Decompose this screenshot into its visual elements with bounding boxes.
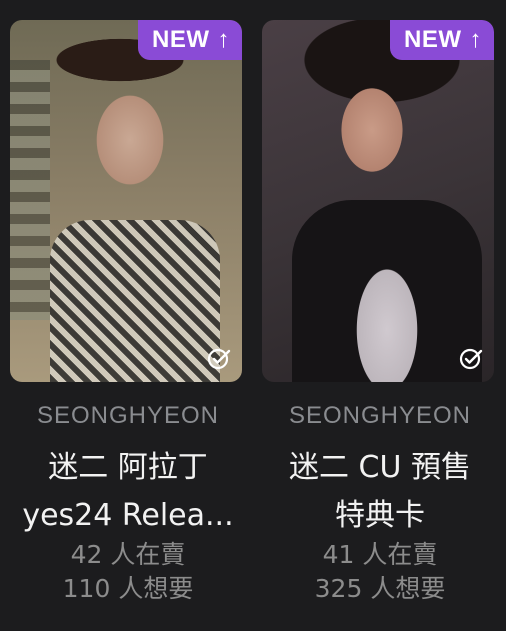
card-stats: 41 人在賣 325 人想要 <box>258 538 502 606</box>
photocard-image[interactable]: NEW ↑ <box>262 20 494 382</box>
photocard-item[interactable]: NEW ↑ SEONGHYEON 迷二 CU 預售 特典卡 41 人在賣 325 … <box>258 16 502 616</box>
card-stats: 42 人在賣 110 人想要 <box>6 538 250 606</box>
card-title[interactable]: 迷二 CU 預售 特典卡 <box>262 444 498 540</box>
card-title-line: 迷二 CU 預售 <box>289 450 471 485</box>
selling-count: 41 人在賣 <box>322 540 438 569</box>
card-title-line: 迷二 阿拉丁 <box>48 450 208 485</box>
check-circle-icon[interactable] <box>458 346 484 372</box>
card-title-line: yes24 Relea... <box>22 498 234 533</box>
wanting-count: 110 人想要 <box>62 574 194 603</box>
new-badge: NEW ↑ <box>138 20 242 60</box>
photocard-item[interactable]: NEW ↑ SEONGHYEON 迷二 阿拉丁 yes24 Relea... 42… <box>6 16 250 616</box>
wanting-count: 325 人想要 <box>314 574 446 603</box>
new-badge-label: NEW <box>152 26 210 53</box>
new-badge-label: NEW <box>404 26 462 53</box>
new-badge: NEW ↑ <box>390 20 494 60</box>
check-circle-icon[interactable] <box>206 346 232 372</box>
photocard-image[interactable]: NEW ↑ <box>10 20 242 382</box>
card-title[interactable]: 迷二 阿拉丁 yes24 Relea... <box>10 444 246 540</box>
selling-count: 42 人在賣 <box>70 540 186 569</box>
card-title-line: 特典卡 <box>335 498 425 533</box>
group-name: SEONGHYEON <box>288 402 472 429</box>
group-name: SEONGHYEON <box>36 402 220 429</box>
arrow-up-icon: ↑ <box>217 26 230 53</box>
arrow-up-icon: ↑ <box>469 26 482 53</box>
